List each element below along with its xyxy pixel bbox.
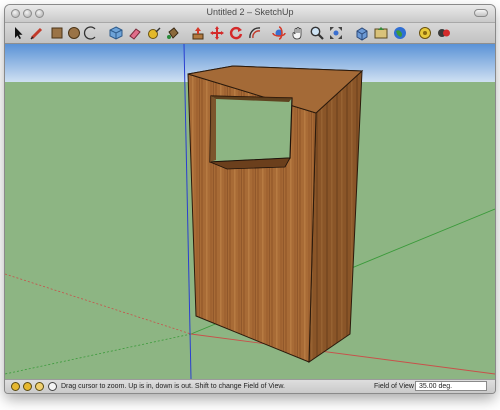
window-title: Untitled 2 – SketchUp bbox=[206, 7, 294, 17]
google-earth-icon[interactable] bbox=[392, 25, 408, 41]
arc-icon[interactable] bbox=[83, 25, 99, 41]
circle-icon[interactable] bbox=[66, 25, 82, 41]
pencil-line-icon[interactable] bbox=[29, 25, 45, 41]
geo-location-icon[interactable] bbox=[11, 382, 20, 391]
sketchup-window: Untitled 2 – SketchUp Drag cursor to zoo… bbox=[5, 5, 495, 393]
opening-inner-wall bbox=[210, 96, 216, 162]
user-icon[interactable] bbox=[35, 382, 44, 391]
select-arrow-icon[interactable] bbox=[10, 25, 26, 41]
title-bar[interactable]: Untitled 2 – SketchUp bbox=[5, 5, 495, 23]
cabinet-opening[interactable] bbox=[209, 95, 293, 163]
credits-icon[interactable] bbox=[23, 382, 32, 391]
offset-icon[interactable] bbox=[247, 25, 263, 41]
zoom-icon[interactable] bbox=[309, 25, 325, 41]
status-message: Drag cursor to zoom. Up is in, down is o… bbox=[61, 383, 285, 390]
rectangle-icon[interactable] bbox=[49, 25, 65, 41]
zoom-extents-icon[interactable] bbox=[328, 25, 344, 41]
orbit-icon[interactable] bbox=[271, 25, 287, 41]
eraser-icon[interactable] bbox=[127, 25, 143, 41]
scene-canvas[interactable] bbox=[5, 44, 495, 379]
share-model-icon[interactable] bbox=[373, 25, 389, 41]
help-icon[interactable] bbox=[48, 382, 57, 391]
paint-bucket-icon[interactable] bbox=[165, 25, 181, 41]
toolbar-toggle-button[interactable] bbox=[474, 9, 488, 17]
main-toolbar bbox=[5, 23, 495, 44]
tape-measure-icon[interactable] bbox=[146, 25, 162, 41]
components-icon[interactable] bbox=[417, 25, 433, 41]
status-bar: Drag cursor to zoom. Up is in, down is o… bbox=[5, 379, 495, 393]
push-pull-icon[interactable] bbox=[190, 25, 206, 41]
rotate-icon[interactable] bbox=[228, 25, 244, 41]
model-info-icon[interactable] bbox=[436, 25, 452, 41]
get-models-icon[interactable] bbox=[354, 25, 370, 41]
vcb-label: Field of View bbox=[374, 383, 414, 390]
field-of-view-input[interactable]: 35.00 deg. bbox=[415, 381, 487, 391]
modeling-viewport[interactable] bbox=[5, 44, 495, 379]
pan-icon[interactable] bbox=[290, 25, 306, 41]
make-component-icon[interactable] bbox=[108, 25, 124, 41]
move-icon[interactable] bbox=[209, 25, 225, 41]
